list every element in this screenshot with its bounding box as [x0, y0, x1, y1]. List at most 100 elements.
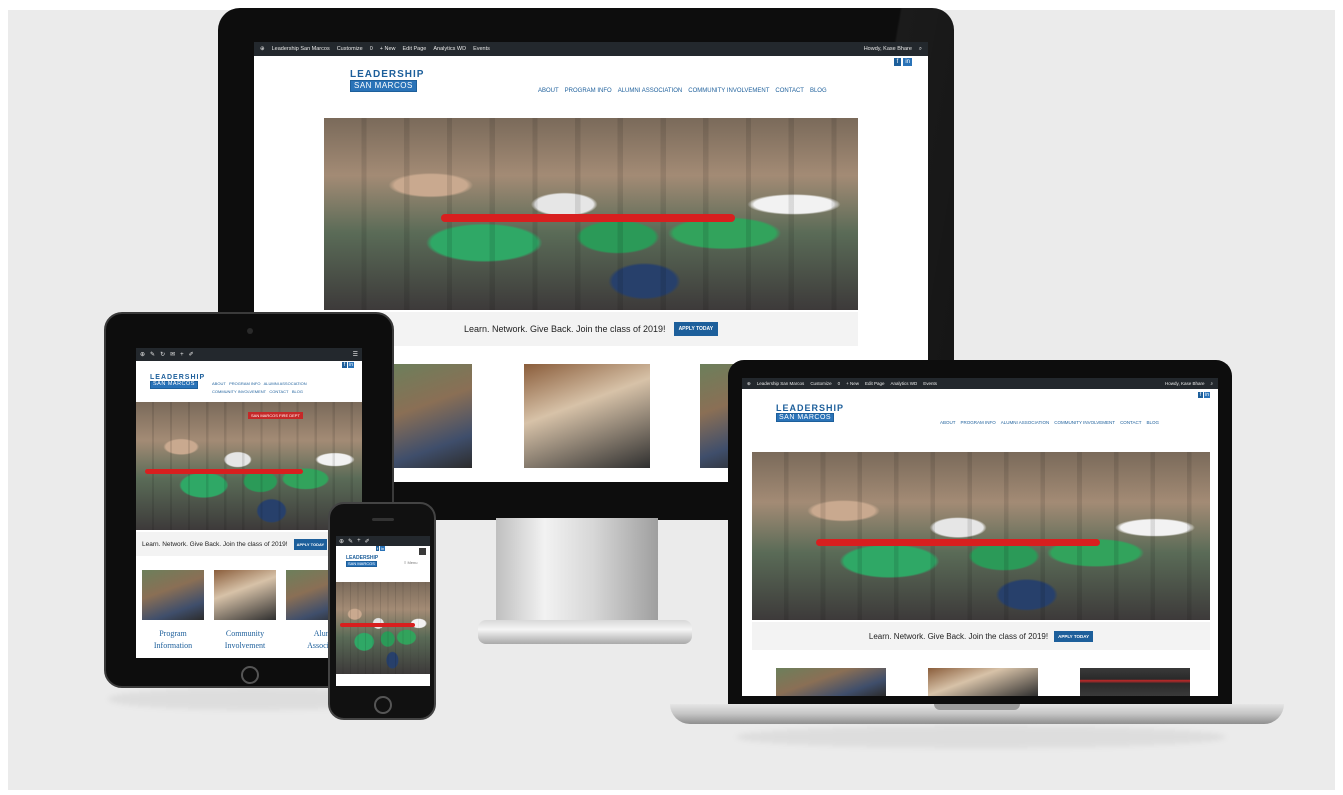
laptop-wp-admin-bar: ⊕ Leadership San Marcos Customize 0 + Ne… — [742, 378, 1218, 389]
social-links: f in — [341, 362, 354, 368]
main-nav: ABOUT PROGRAM INFO ALUMNI ASSOCIATION CO… — [212, 380, 358, 396]
facebook-icon[interactable]: f — [893, 58, 902, 66]
apply-today-button[interactable]: APPLY TODAY — [1054, 630, 1094, 642]
nav-blog[interactable]: BLOG — [292, 389, 303, 394]
refresh-icon[interactable]: ↻ — [160, 351, 165, 358]
ribbon-cutting — [441, 214, 736, 222]
facebook-icon[interactable]: f — [376, 546, 380, 551]
nav-community-involvement[interactable]: COMMUNITY INVOLVEMENT — [688, 88, 769, 94]
edit-icon[interactable]: ✐ — [189, 351, 194, 358]
search-icon[interactable]: ⌕ — [919, 46, 922, 53]
card-image-community[interactable] — [214, 570, 276, 620]
cta-text: Learn. Network. Give Back. Join the clas… — [463, 324, 666, 334]
laptop-reflection — [736, 726, 1226, 748]
card-title-line: Community — [225, 629, 265, 638]
nav-program-info[interactable]: PROGRAM INFO — [565, 88, 612, 94]
wp-edit-page[interactable]: Edit Page — [865, 381, 885, 386]
nav-alumni-association[interactable]: ALUMNI ASSOCIATION — [618, 88, 683, 94]
hero-image-slider[interactable]: SAN MARCOS FIRE DEPT — [136, 402, 362, 530]
logo-line1: LEADERSHIP — [150, 374, 206, 381]
wp-analytics[interactable]: Analytics WD — [433, 46, 466, 52]
wp-new[interactable]: + New — [380, 46, 396, 52]
hero-image-slider[interactable] — [336, 582, 430, 674]
nav-program-info[interactable]: PROGRAM INFO — [961, 420, 996, 425]
wp-events[interactable]: Events — [473, 46, 490, 52]
wp-new[interactable]: + New — [846, 381, 859, 386]
card-image-community[interactable] — [928, 668, 1038, 696]
mobile-menu-toggle[interactable]: ≡ Menu — [404, 560, 417, 565]
phone-home-button[interactable] — [374, 696, 392, 714]
cta-text: Learn. Network. Give Back. Join the clas… — [142, 540, 288, 548]
customize-icon[interactable]: ✎ — [150, 351, 155, 358]
apply-today-button[interactable]: APPLY TODAY — [293, 538, 328, 550]
linkedin-icon[interactable]: in — [380, 546, 386, 551]
wp-logo-icon[interactable]: ⊕ — [747, 381, 751, 387]
user-avatar-icon[interactable] — [419, 548, 426, 555]
card-image-program[interactable] — [776, 668, 886, 696]
wp-site-name[interactable]: Leadership San Marcos — [757, 381, 805, 386]
wp-logo-icon[interactable]: ⊕ — [140, 351, 145, 358]
site-logo[interactable]: LEADERSHIP SAN MARCOS — [350, 70, 424, 92]
card-image-alumni[interactable] — [1080, 668, 1190, 696]
comments-icon[interactable]: ✉ — [170, 351, 175, 358]
nav-about[interactable]: ABOUT — [212, 381, 226, 386]
logo-line1: LEADERSHIP — [776, 403, 845, 413]
wp-howdy[interactable]: Howdy, Kase Bhare — [864, 46, 912, 52]
wp-customize[interactable]: Customize — [810, 381, 831, 386]
wp-analytics[interactable]: Analytics WD — [891, 381, 918, 386]
monitor-stand-base — [478, 620, 692, 644]
nav-contact[interactable]: CONTACT — [1120, 420, 1141, 425]
card-title-line: Information — [153, 641, 193, 650]
site-logo[interactable]: LEADERSHIP SAN MARCOS — [776, 404, 844, 422]
nav-about[interactable]: ABOUT — [940, 420, 956, 425]
new-icon[interactable]: + — [357, 538, 361, 544]
nav-alumni-association[interactable]: ALUMNI ASSOCIATION — [1001, 420, 1049, 425]
card-image-program[interactable] — [142, 570, 204, 620]
edit-icon[interactable]: ✐ — [365, 538, 370, 545]
hero-image-slider[interactable] — [324, 118, 858, 310]
wp-logo-icon[interactable]: ⊕ — [339, 538, 344, 545]
wp-events[interactable]: Events — [923, 381, 937, 386]
phone-screen: ⊕ ✎ + ✐ f in LEADERSHIP SAN MARCOS ≡ Men… — [336, 536, 430, 686]
wp-howdy[interactable]: Howdy, Kase Bhare — [1165, 381, 1204, 386]
monitor-stand-neck — [496, 518, 658, 636]
wp-customize[interactable]: Customize — [337, 46, 363, 52]
facebook-icon[interactable]: f — [1197, 392, 1204, 398]
linkedin-icon[interactable]: in — [903, 58, 912, 66]
site-logo[interactable]: LEADERSHIP SAN MARCOS — [346, 556, 378, 567]
card-title-program[interactable]: Program Information — [142, 628, 204, 652]
linkedin-icon[interactable]: in — [348, 362, 354, 368]
facebook-icon[interactable]: f — [341, 362, 348, 368]
cta-text: Learn. Network. Give Back. Join the clas… — [868, 631, 1049, 641]
nav-community-involvement[interactable]: COMMUNITY INVOLVEMENT — [212, 389, 266, 394]
search-icon[interactable]: ⌕ — [1210, 381, 1213, 386]
card-image-community[interactable] — [524, 364, 650, 468]
new-icon[interactable]: + — [180, 352, 184, 358]
site-logo[interactable]: LEADERSHIP SAN MARCOS — [150, 374, 205, 389]
card-title-community[interactable]: Community Involvement — [214, 628, 276, 652]
group-photo — [752, 452, 1210, 620]
wp-logo-icon[interactable]: ⊕ — [260, 46, 265, 52]
wp-site-name[interactable]: Leadership San Marcos — [272, 46, 330, 52]
apply-today-button[interactable]: APPLY TODAY — [673, 322, 719, 336]
customize-icon[interactable]: ✎ — [348, 538, 353, 545]
linkedin-icon[interactable]: in — [1204, 392, 1210, 398]
nav-community-involvement[interactable]: COMMUNITY INVOLVEMENT — [1054, 420, 1115, 425]
nav-about[interactable]: ABOUT — [538, 88, 559, 94]
card-title-line: Involvement — [224, 641, 266, 650]
wp-edit-page[interactable]: Edit Page — [403, 46, 427, 52]
nav-blog[interactable]: BLOG — [810, 88, 827, 94]
user-icon[interactable]: ☰ — [353, 351, 358, 358]
social-links: f in — [1197, 392, 1210, 398]
logo-line2: SAN MARCOS — [776, 413, 835, 422]
wp-comments[interactable]: 0 — [370, 46, 373, 52]
nav-contact[interactable]: CONTACT — [775, 88, 804, 94]
nav-blog[interactable]: BLOG — [1146, 420, 1159, 425]
nav-program-info[interactable]: PROGRAM INFO — [229, 381, 260, 386]
nav-alumni-association[interactable]: ALUMNI ASSOCIATION — [264, 381, 307, 386]
tablet-home-button[interactable] — [241, 666, 259, 684]
hero-image-slider[interactable] — [752, 452, 1210, 620]
nav-contact[interactable]: CONTACT — [269, 389, 288, 394]
card-image-program[interactable] — [390, 364, 472, 468]
wp-comments[interactable]: 0 — [838, 381, 841, 386]
